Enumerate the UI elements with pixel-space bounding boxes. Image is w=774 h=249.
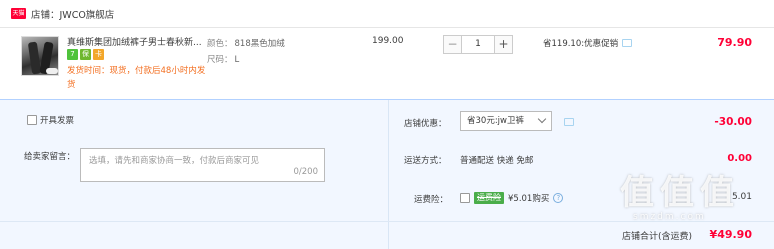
store-promo-value: 省30元:jw卫裤: [467, 116, 524, 126]
tmall-icon: 天猫: [11, 8, 26, 19]
insurance-label: 运费险：: [414, 195, 449, 205]
service-icons: 7 保 卡: [67, 49, 104, 60]
insurance-checkbox[interactable]: [460, 193, 470, 203]
product-thumbnail[interactable]: [21, 36, 59, 76]
chevron-down-icon: [537, 114, 547, 124]
message-char-count: 0/200: [293, 167, 319, 177]
watermark-logo: 值值值: [620, 173, 740, 213]
insurance-tag: 运费险: [474, 192, 504, 204]
invoice-checkbox-box[interactable]: [27, 115, 37, 125]
store-total-amount: ¥49.90: [709, 228, 752, 241]
store-total-label: 店铺合计(含运费): [622, 232, 693, 242]
store-total-bar: 店铺合计(含运费) ¥49.90: [0, 221, 774, 249]
quantity-plus-button[interactable]: +: [494, 35, 513, 54]
store-promo-label: 店铺优惠：: [404, 119, 447, 129]
insurance-price: ¥5.01购买: [508, 194, 550, 204]
help-icon[interactable]: ?: [553, 193, 564, 203]
shipping-amount: 0.00: [727, 153, 752, 164]
invoice-label: 开具发票: [40, 116, 75, 126]
shipping-label: 运送方式：: [404, 156, 447, 166]
store-promo-amount: -30.00: [714, 116, 752, 128]
sku-color: 颜色： 818黑色加绒: [207, 39, 285, 49]
store-header: 天猫 店铺：JWCO旗舰店: [0, 0, 774, 28]
ship-time-note: 发货时间：现货，付款后48小时内发货: [67, 66, 206, 90]
quantity-minus-button[interactable]: −: [443, 35, 462, 54]
seller-message-input[interactable]: 选填，请先和商家协商一致，付款后商家可见 0/200: [80, 148, 325, 182]
shipping-method: 普通配送 快递 免邮: [460, 156, 534, 166]
credit-card-icon: 卡: [93, 49, 104, 60]
watermark-text: smzdm.com: [633, 212, 706, 222]
product-title-link[interactable]: 真维斯集团加绒裤子男士春秋新...: [67, 35, 202, 48]
quantity-stepper: − 1 +: [443, 35, 513, 54]
item-promo: 省119.10:优惠促销: [543, 37, 633, 49]
sku-size: 尺码： L: [207, 55, 240, 65]
seller-message-label: 给卖家留言：: [24, 152, 76, 162]
seven-day-return-icon: 7: [67, 49, 78, 60]
item-total: 79.90: [717, 36, 752, 49]
unit-price: 199.00: [372, 36, 404, 46]
store-promo-select[interactable]: 省30元:jw卫裤: [460, 111, 552, 131]
cart-item-row: 真维斯集团加绒裤子男士春秋新... 7 保 卡 发货时间：现货，付款后48小时内…: [0, 28, 774, 99]
chat-bubble-icon[interactable]: [622, 39, 633, 47]
seller-message-placeholder: 选填，请先和商家协商一致，付款后商家可见: [89, 156, 260, 166]
insurance-option[interactable]: 运费险 ¥5.01购买 ?: [460, 192, 564, 204]
store-name-link[interactable]: 店铺：JWCO旗舰店: [31, 7, 114, 21]
guarantee-icon: 保: [80, 49, 91, 60]
chat-bubble-icon[interactable]: [564, 118, 574, 126]
quantity-input[interactable]: 1: [462, 35, 494, 54]
invoice-checkbox[interactable]: 开具发票: [27, 114, 74, 126]
